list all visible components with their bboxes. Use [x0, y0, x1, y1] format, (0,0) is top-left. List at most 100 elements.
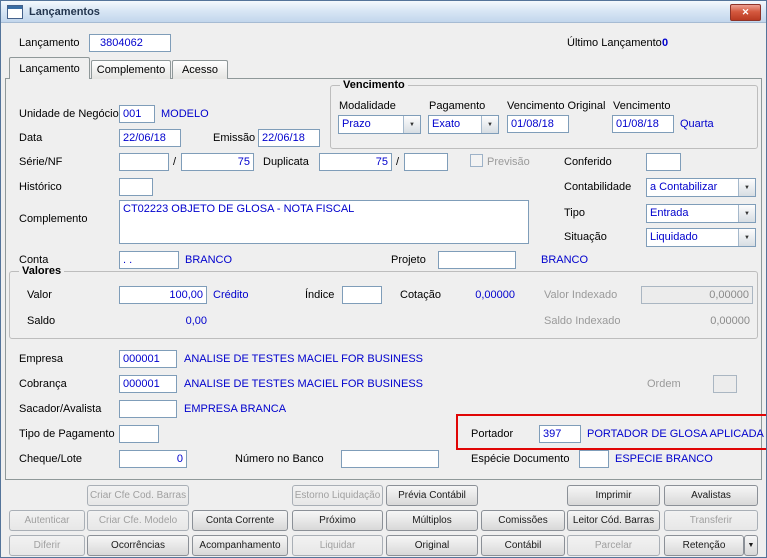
unidade-negocio-label: Unidade de Negócio [19, 108, 119, 120]
tab-lancamento[interactable]: Lançamento [9, 57, 90, 79]
ordem-field [713, 375, 737, 393]
imprimir-button[interactable]: Imprimir [567, 485, 660, 506]
original-button[interactable]: Original [386, 535, 478, 556]
cobranca-label: Cobrança [19, 378, 67, 390]
situacao-combo[interactable]: Liquidado ▼ [646, 228, 756, 247]
ocorrencias-button[interactable]: Ocorrências [87, 535, 189, 556]
valor-label: Valor [27, 289, 52, 301]
tipo-value: Entrada [650, 207, 689, 219]
empresa-desc: ANALISE DE TESTES MACIEL FOR BUSINESS [184, 353, 424, 365]
cobranca-field[interactable]: 000001 [119, 375, 177, 393]
saldo-indexado-label: Saldo Indexado [544, 315, 621, 327]
cotacao-label: Cotação [400, 289, 441, 301]
saldo-value: 0,00 [185, 315, 207, 327]
valor-desc: Crédito [213, 289, 249, 301]
chevron-down-icon: ▼ [738, 229, 755, 246]
projeto-label: Projeto [391, 254, 426, 266]
unidade-negocio-field[interactable]: 001 [119, 105, 155, 123]
duplicata-field-2[interactable] [404, 153, 448, 171]
conta-desc: BRANCO [185, 254, 233, 266]
tab-acesso[interactable]: Acesso [172, 60, 228, 79]
especie-documento-field[interactable] [579, 450, 609, 468]
cheque-lote-label: Cheque/Lote [19, 453, 82, 465]
lancamento-number-field[interactable]: 3804062 [89, 34, 171, 52]
duplicata-field-1[interactable]: 75 [319, 153, 392, 171]
conta-corrente-button[interactable]: Conta Corrente [192, 510, 288, 531]
contabilidade-combo[interactable]: a Contabilizar ▼ [646, 178, 756, 197]
liquidar-button: Liquidar [292, 535, 383, 556]
ultimo-lancamento-value: 0 [662, 37, 669, 49]
serie-nf-field-1[interactable] [119, 153, 169, 171]
tipo-pagamento-label: Tipo de Pagamento [19, 428, 115, 440]
proximo-button[interactable]: Próximo [292, 510, 383, 531]
transferir-button: Transferir [664, 510, 758, 531]
unidade-negocio-desc: MODELO [161, 108, 209, 120]
window-icon [7, 4, 23, 19]
cotacao-value: 0,00000 [475, 289, 515, 301]
indice-label: Índice [305, 289, 335, 301]
serie-nf-field-2[interactable]: 75 [181, 153, 254, 171]
situacao-label: Situação [564, 231, 607, 243]
modalidade-value: Prazo [342, 118, 371, 130]
empresa-label: Empresa [19, 353, 64, 365]
sacador-avalista-field[interactable] [119, 400, 177, 418]
situacao-value: Liquidado [650, 231, 698, 243]
conta-field[interactable]: . . [119, 251, 179, 269]
indice-field[interactable] [342, 286, 382, 304]
complemento-field[interactable]: CT02223 OBJETO DE GLOSA - NOTA FISCAL [119, 200, 529, 244]
tipo-label: Tipo [564, 207, 585, 219]
saldo-label: Saldo [27, 315, 56, 327]
historico-label: Histórico [19, 181, 62, 193]
complemento-label: Complemento [19, 213, 88, 225]
modalidade-combo[interactable]: Prazo ▼ [338, 115, 421, 134]
pagamento-combo[interactable]: Exato ▼ [428, 115, 499, 134]
avalistas-button[interactable]: Avalistas [664, 485, 758, 506]
empresa-field[interactable]: 000001 [119, 350, 177, 368]
retencao-dropdown-icon[interactable]: ▼ [744, 535, 758, 556]
tipo-pagamento-field[interactable] [119, 425, 159, 443]
projeto-field[interactable] [438, 251, 516, 269]
especie-documento-label: Espécie Documento [471, 453, 570, 465]
emissao-field[interactable]: 22/06/18 [258, 129, 320, 147]
tab-complemento[interactable]: Complemento [91, 60, 171, 79]
parcelar-button: Parcelar [567, 535, 660, 556]
valores-group-title: Valores [19, 265, 65, 277]
multiplos-button[interactable]: Múltiplos [386, 510, 478, 531]
conferido-field[interactable] [646, 153, 681, 171]
conferido-label: Conferido [564, 156, 612, 168]
leitor-cod-barras-button[interactable]: Leitor Cód. Barras [567, 510, 660, 531]
contabilidade-value: a Contabilizar [650, 181, 718, 193]
chevron-down-icon: ▼ [738, 179, 755, 196]
data-field[interactable]: 22/06/18 [119, 129, 181, 147]
lancamentos-window: Lançamentos ✕ Lançamento 3804062 Último … [0, 0, 767, 558]
comissoes-button[interactable]: Comissões [481, 510, 565, 531]
criar-cfe-modelo-button: Criar Cfe. Modelo [87, 510, 189, 531]
duplicata-label: Duplicata [263, 156, 309, 168]
vencimento-label: Vencimento [613, 100, 671, 112]
acompanhamento-button[interactable]: Acompanhamento [192, 535, 288, 556]
portador-highlight-annotation [456, 414, 766, 450]
previa-contabil-button[interactable]: Prévia Contábil [386, 485, 478, 506]
chevron-down-icon: ▼ [403, 116, 420, 133]
tipo-combo[interactable]: Entrada ▼ [646, 204, 756, 223]
vencimento-field[interactable]: 01/08/18 [612, 115, 674, 133]
vencimento-original-field[interactable]: 01/08/18 [507, 115, 569, 133]
retencao-button[interactable]: Retenção [664, 535, 744, 556]
modalidade-label: Modalidade [339, 100, 396, 112]
valor-indexado-label: Valor Indexado [544, 289, 618, 301]
historico-field[interactable] [119, 178, 153, 196]
valor-field[interactable]: 100,00 [119, 286, 207, 304]
ultimo-lancamento-label: Último Lançamento [567, 37, 662, 49]
pagamento-label: Pagamento [429, 100, 486, 112]
estorno-liquidacao-button: Estorno Liquidação [292, 485, 383, 506]
previsao-label: Previsão [487, 156, 530, 168]
contabil-button[interactable]: Contábil [481, 535, 565, 556]
numero-banco-label: Número no Banco [235, 453, 324, 465]
serie-nf-label: Série/NF [19, 156, 63, 168]
numero-banco-field[interactable] [341, 450, 439, 468]
cheque-lote-field[interactable]: 0 [119, 450, 187, 468]
valor-indexado-field: 0,00000 [641, 286, 753, 304]
close-icon[interactable]: ✕ [730, 4, 761, 21]
ordem-label: Ordem [647, 378, 681, 390]
projeto-desc: BRANCO [541, 254, 589, 266]
